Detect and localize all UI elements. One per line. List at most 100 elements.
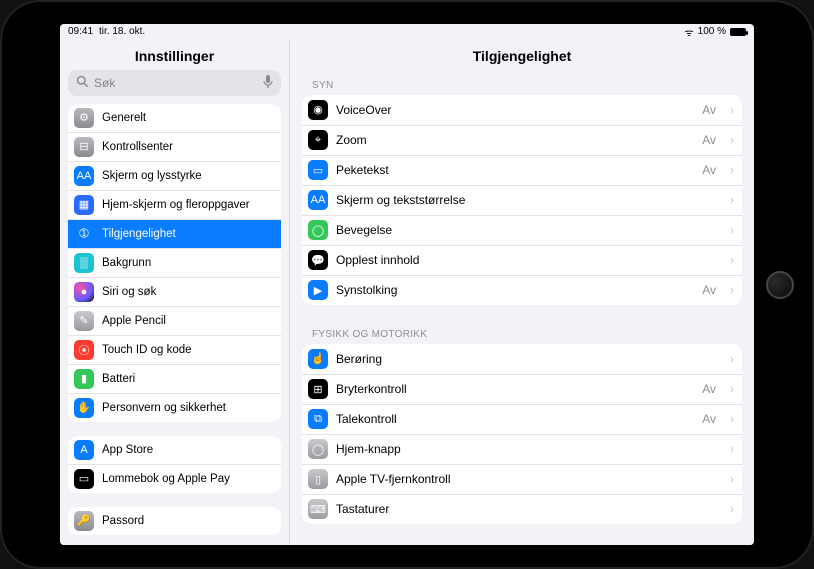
voiceover-icon: ◉ xyxy=(308,100,328,120)
detail-item-zoom[interactable]: ⌖ Zoom Av › xyxy=(302,125,742,155)
detail-item-homebtn[interactable]: ◯ Hjem-knapp › xyxy=(302,434,742,464)
sidebar-item-label: Personvern og sikkerhet xyxy=(102,402,226,414)
sidebar-item-home-screen[interactable]: ▦ Hjem-skjerm og fleroppgaver xyxy=(68,190,281,219)
detail-item-textsize[interactable]: AA Skjerm og tekststørrelse › xyxy=(302,185,742,215)
detail-item-label: VoiceOver xyxy=(336,103,391,117)
detail-item-value: Av xyxy=(702,103,716,117)
detail-item-label: Opplest innhold xyxy=(336,253,419,267)
detail-item-switch[interactable]: ⊞BryterkontrollAv› xyxy=(302,374,742,404)
sidebar-item-pencil[interactable]: ✎ Apple Pencil xyxy=(68,306,281,335)
sidebar-item-label: Touch ID og kode xyxy=(102,344,192,356)
chevron-right-icon: › xyxy=(730,442,734,456)
sidebar-item-label: Passord xyxy=(102,515,144,527)
privacy-icon: ✋ xyxy=(74,398,94,418)
sidebar-item-label: Siri og søk xyxy=(102,286,156,298)
detail-item-value: Av xyxy=(702,382,716,396)
switch-icon: ⊞ xyxy=(308,379,328,399)
passwords-icon: 🔑 xyxy=(74,511,94,531)
sidebar-scroll[interactable]: ⚙︎Generelt⊟Kontrollsenter AA Skjerm og lys… xyxy=(60,104,289,545)
sidebar-item-label: Hjem-skjerm og fleroppgaver xyxy=(102,199,250,211)
detail-item-value: Av xyxy=(702,133,716,147)
sidebar-item-label: App Store xyxy=(102,444,153,456)
detail-item-label: Bevegelse xyxy=(336,223,392,237)
detail-item-touch[interactable]: ☝ Berøring › xyxy=(302,344,742,374)
detail-item-label: Berøring xyxy=(336,352,382,366)
section-header: HØRSEL xyxy=(302,538,742,545)
detail-item-voicectrl[interactable]: ⧉TalekontrollAv› xyxy=(302,404,742,434)
home-screen-icon: ▦ xyxy=(74,195,94,215)
detail-scroll[interactable]: SYN◉VoiceOverAv›⌖ZoomAv›▭PeketekstAv›AAS… xyxy=(290,70,754,545)
sidebar-item-label: Skjerm og lysstyrke xyxy=(102,170,202,182)
detail-item-value: Av xyxy=(702,412,716,426)
ipad-frame: 09:41 tir. 18. okt. ᯤ 100 % Innstillinge… xyxy=(0,0,814,569)
detail-item-keyboards[interactable]: ⌨Tastaturer› xyxy=(302,494,742,524)
chevron-right-icon: › xyxy=(730,193,734,207)
display-icon: AA xyxy=(74,166,94,186)
sidebar-item-control-center[interactable]: ⊟Kontrollsenter xyxy=(68,132,281,161)
status-bar: 09:41 tir. 18. okt. ᯤ 100 % xyxy=(60,24,754,40)
detail-item-motion[interactable]: ◯Bevegelse› xyxy=(302,215,742,245)
detail-item-value: Av xyxy=(702,163,716,177)
pencil-icon: ✎ xyxy=(74,311,94,331)
section-header: FYSIKK OG MOTORIKK xyxy=(302,319,742,344)
audiodesc-icon: ▶ xyxy=(308,280,328,300)
sidebar-group: A App Store ▭Lommebok og Apple Pay xyxy=(68,436,281,493)
sidebar-item-wallet[interactable]: ▭Lommebok og Apple Pay xyxy=(68,464,281,493)
keyboards-icon: ⌨ xyxy=(308,499,328,519)
wallpaper-icon: ▒ xyxy=(74,253,94,273)
sidebar-item-touchid[interactable]: ⦿Touch ID og kode xyxy=(68,335,281,364)
detail-item-label: Zoom xyxy=(336,133,367,147)
sidebar-item-label: Bakgrunn xyxy=(102,257,151,269)
appstore-icon: A xyxy=(74,440,94,460)
sidebar-item-passwords[interactable]: 🔑 Passord xyxy=(68,507,281,535)
textsize-icon: AA xyxy=(308,190,328,210)
battery-text: 100 % xyxy=(698,26,726,37)
chevron-right-icon: › xyxy=(730,133,734,147)
sidebar-group: 🔑 Passord xyxy=(68,507,281,535)
chevron-right-icon: › xyxy=(730,472,734,486)
sidebar-item-accessibility[interactable]: ➀Tilgjengelighet xyxy=(68,219,281,248)
settings-sidebar: Innstillinger Søk ⚙︎Generelt⊟Kontrollsen… xyxy=(60,40,290,545)
screen: 09:41 tir. 18. okt. ᯤ 100 % Innstillinge… xyxy=(60,24,754,545)
battery-icon: ▮ xyxy=(74,369,94,389)
sidebar-item-general[interactable]: ⚙︎Generelt xyxy=(68,104,281,132)
status-time: 09:41 xyxy=(68,26,93,37)
sidebar-item-display[interactable]: AA Skjerm og lysstyrke xyxy=(68,161,281,190)
control-center-icon: ⊟ xyxy=(74,137,94,157)
sidebar-item-label: Apple Pencil xyxy=(102,315,166,327)
homebtn-icon: ◯ xyxy=(308,439,328,459)
chevron-right-icon: › xyxy=(730,502,734,516)
search-input[interactable]: Søk xyxy=(68,70,281,96)
battery-icon xyxy=(730,28,746,36)
detail-item-spoken[interactable]: 💬Opplest innhold› xyxy=(302,245,742,275)
sidebar-item-privacy[interactable]: ✋ Personvern og sikkerhet xyxy=(68,393,281,422)
touch-icon: ☝ xyxy=(308,349,328,369)
detail-item-appletv[interactable]: ▯Apple TV-fjernkontroll› xyxy=(302,464,742,494)
sidebar-item-label: Tilgjengelighet xyxy=(102,228,176,240)
sidebar-group: ⚙︎Generelt⊟Kontrollsenter AA Skjerm og lys… xyxy=(68,104,281,422)
detail-item-voiceover[interactable]: ◉ VoiceOver Av › xyxy=(302,95,742,125)
search-placeholder: Søk xyxy=(94,76,115,90)
sidebar-item-siri[interactable]: ● Siri og søk xyxy=(68,277,281,306)
chevron-right-icon: › xyxy=(730,253,734,267)
chevron-right-icon: › xyxy=(730,103,734,117)
sidebar-item-battery[interactable]: ▮Batteri xyxy=(68,364,281,393)
detail-item-label: Skjerm og tekststørrelse xyxy=(336,193,465,207)
detail-item-label: Apple TV-fjernkontroll xyxy=(336,472,451,486)
detail-item-audiodesc[interactable]: ▶SynstolkingAv› xyxy=(302,275,742,305)
detail-item-label: Hjem-knapp xyxy=(336,442,401,456)
sidebar-item-appstore[interactable]: A App Store xyxy=(68,436,281,464)
motion-icon: ◯ xyxy=(308,220,328,240)
detail-item-hover[interactable]: ▭PeketekstAv› xyxy=(302,155,742,185)
wifi-icon: ᯤ xyxy=(685,25,694,39)
siri-icon: ● xyxy=(74,282,94,302)
detail-group: ☝ Berøring › ⊞ Bryterkontroll Av › ⧉Talekontrol… xyxy=(302,344,742,524)
home-button[interactable] xyxy=(766,271,794,299)
chevron-right-icon: › xyxy=(730,163,734,177)
mic-icon[interactable] xyxy=(263,75,273,91)
voicectrl-icon: ⧉ xyxy=(308,409,328,429)
sidebar-item-wallpaper[interactable]: ▒ Bakgrunn xyxy=(68,248,281,277)
detail-item-label: Bryterkontroll xyxy=(336,382,407,396)
zoom-icon: ⌖ xyxy=(308,130,328,150)
chevron-right-icon: › xyxy=(730,352,734,366)
